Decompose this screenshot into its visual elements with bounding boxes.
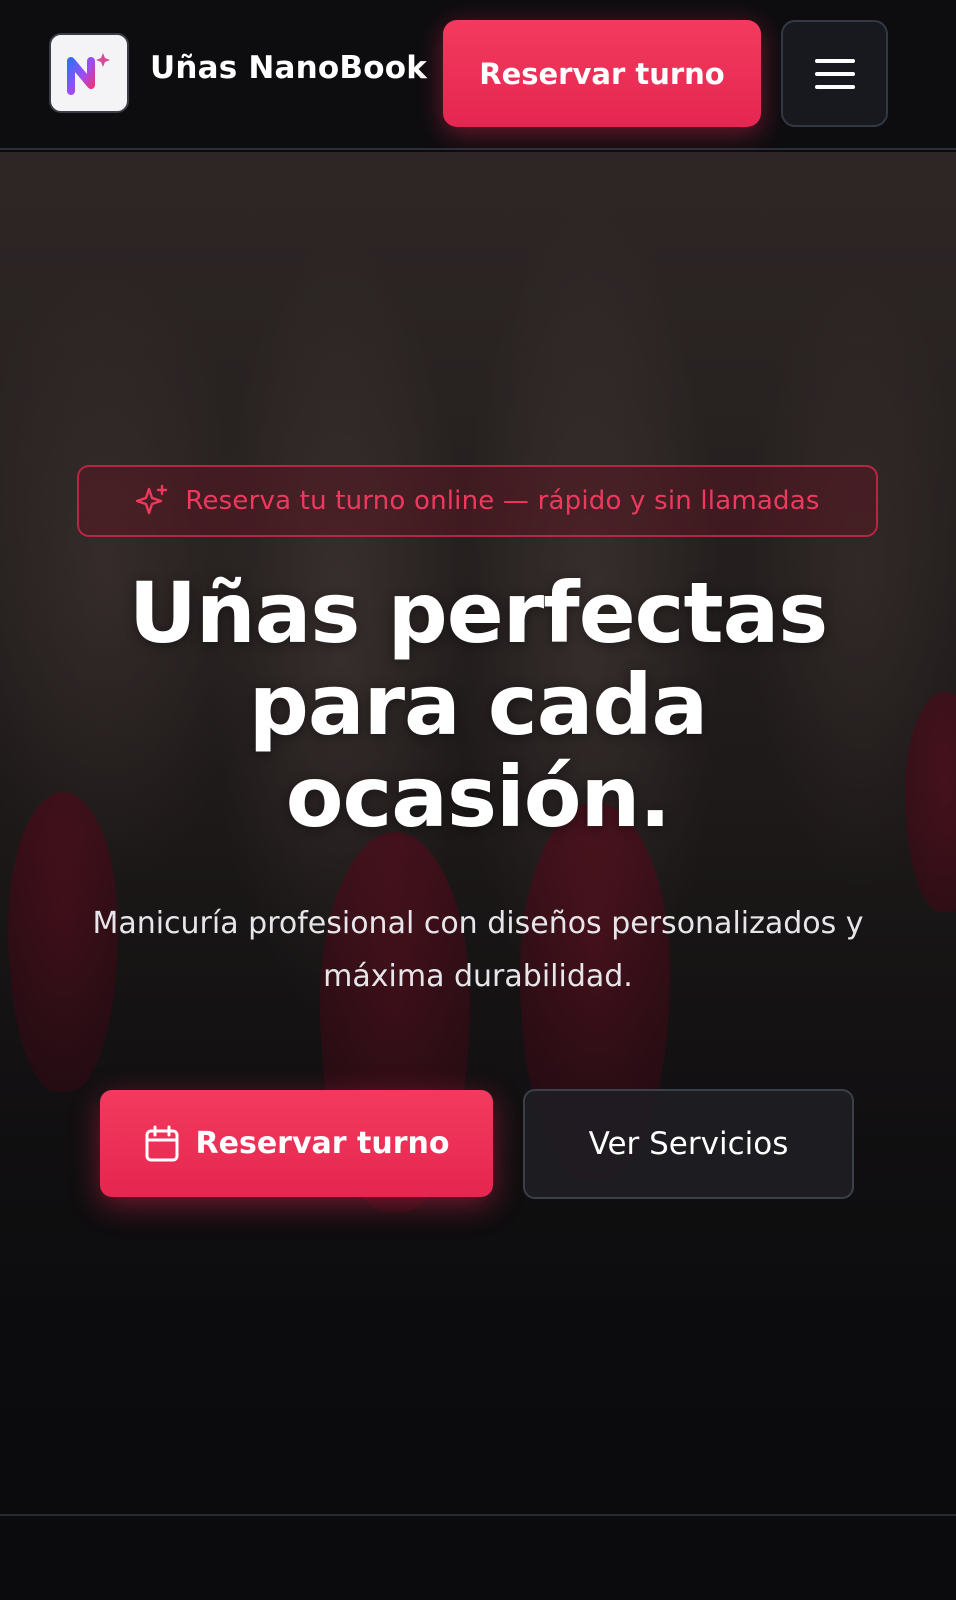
hero-book-appointment-button[interactable]: Reservar turno	[100, 1090, 493, 1197]
header-book-appointment-button[interactable]: Reservar turno	[443, 20, 761, 127]
hero-badge: Reserva tu turno online — rápido y sin l…	[77, 465, 878, 537]
sparkle-icon	[136, 484, 168, 515]
headline-line-3: ocasión.	[285, 748, 671, 846]
headline-line-1: Uñas perfectas	[128, 564, 829, 662]
headline-line-2: para cada	[248, 656, 708, 754]
subtitle-line-1: Manicuría profesional con diseños person…	[92, 906, 864, 941]
menu-button[interactable]	[781, 20, 888, 127]
hero-subtitle: Manicuría profesional con diseños person…	[40, 897, 916, 1003]
footer-area	[0, 1516, 956, 1600]
site-header: Uñas NanoBook Reservar turno	[0, 0, 956, 150]
hamburger-menu-icon	[814, 58, 855, 89]
hero-section: Reserva tu turno online — rápido y sin l…	[0, 152, 956, 1514]
calendar-icon	[145, 1125, 179, 1161]
brand-name[interactable]: Uñas NanoBook	[150, 50, 427, 86]
nanobook-logo-icon[interactable]	[49, 33, 129, 113]
subtitle-line-2: máxima durabilidad.	[323, 959, 633, 994]
hero-badge-text: Reserva tu turno online — rápido y sin l…	[185, 486, 820, 516]
hero-headline: Uñas perfectas para cada ocasión.	[30, 567, 926, 843]
view-services-button[interactable]: Ver Servicios	[523, 1089, 854, 1199]
hero-book-appointment-label: Reservar turno	[195, 1126, 450, 1161]
